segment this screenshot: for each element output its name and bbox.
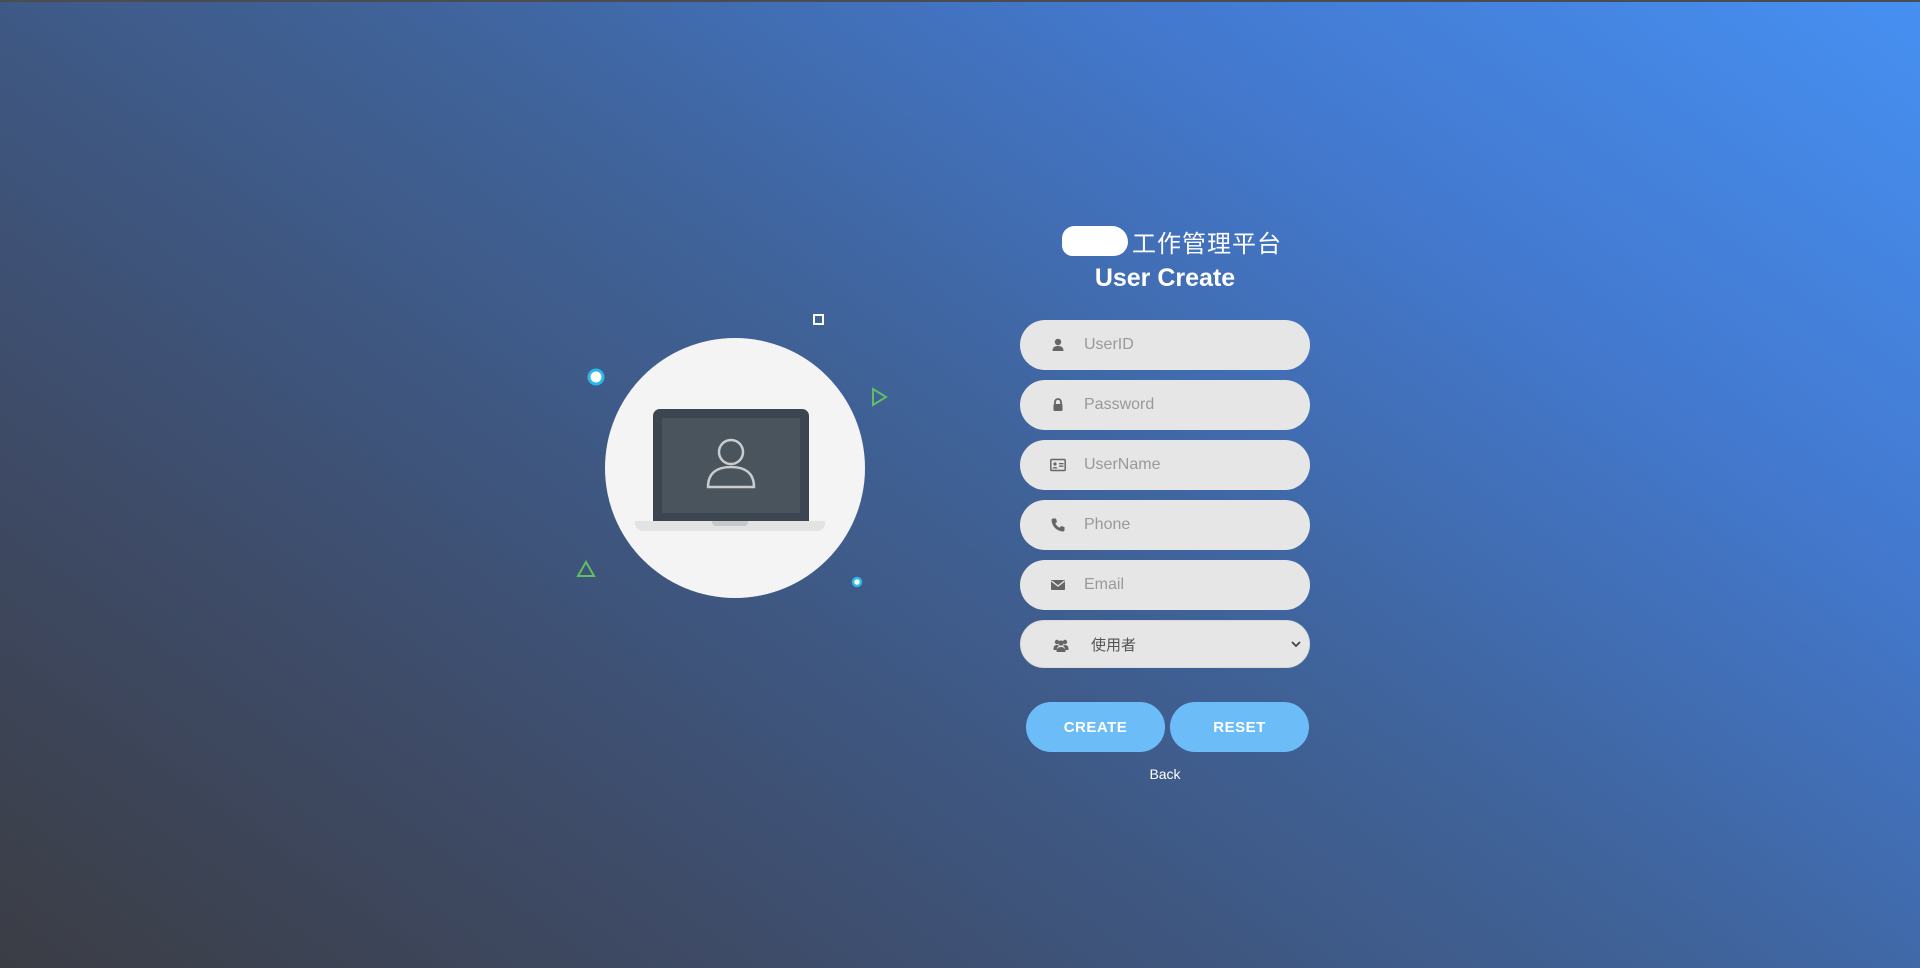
play-triangle-deco-icon	[872, 387, 888, 407]
phone-field	[1020, 500, 1310, 550]
circle-deco-icon	[587, 368, 605, 386]
password-field	[1020, 380, 1310, 430]
userid-input[interactable]	[1084, 320, 1284, 370]
userid-field	[1020, 320, 1310, 370]
role-select[interactable]: 使用者	[1021, 621, 1311, 669]
brand-header: 工作管理平台	[1034, 222, 1310, 260]
email-input[interactable]	[1084, 560, 1284, 610]
role-select-field: 使用者	[1020, 620, 1311, 669]
password-input[interactable]	[1084, 380, 1284, 430]
lock-icon	[1053, 398, 1063, 411]
square-deco-icon	[813, 314, 824, 325]
window-top-border	[0, 0, 1920, 2]
username-input[interactable]	[1084, 440, 1284, 490]
dot-deco-icon	[851, 576, 863, 588]
username-field	[1020, 440, 1310, 490]
id-card-icon	[1050, 458, 1066, 472]
user-icon	[1052, 338, 1064, 351]
laptop-notch	[712, 521, 748, 526]
triangle-deco-icon	[576, 560, 596, 577]
create-button[interactable]: CREATE	[1026, 702, 1165, 752]
envelope-icon	[1051, 580, 1065, 590]
user-create-form: 工作管理平台 User Create UserID UserName Phone…	[1020, 222, 1311, 782]
phone-input[interactable]	[1084, 500, 1284, 550]
reset-button[interactable]: RESET	[1170, 702, 1309, 752]
phone-icon	[1051, 518, 1065, 532]
brand-logo-redacted	[1062, 226, 1128, 256]
email-field	[1020, 560, 1310, 610]
user-avatar-icon	[706, 438, 756, 489]
page-title: User Create	[1094, 264, 1236, 292]
back-link[interactable]: Back	[1020, 766, 1310, 782]
login-illustration	[570, 305, 900, 605]
brand-text: 工作管理平台	[1132, 229, 1282, 258]
